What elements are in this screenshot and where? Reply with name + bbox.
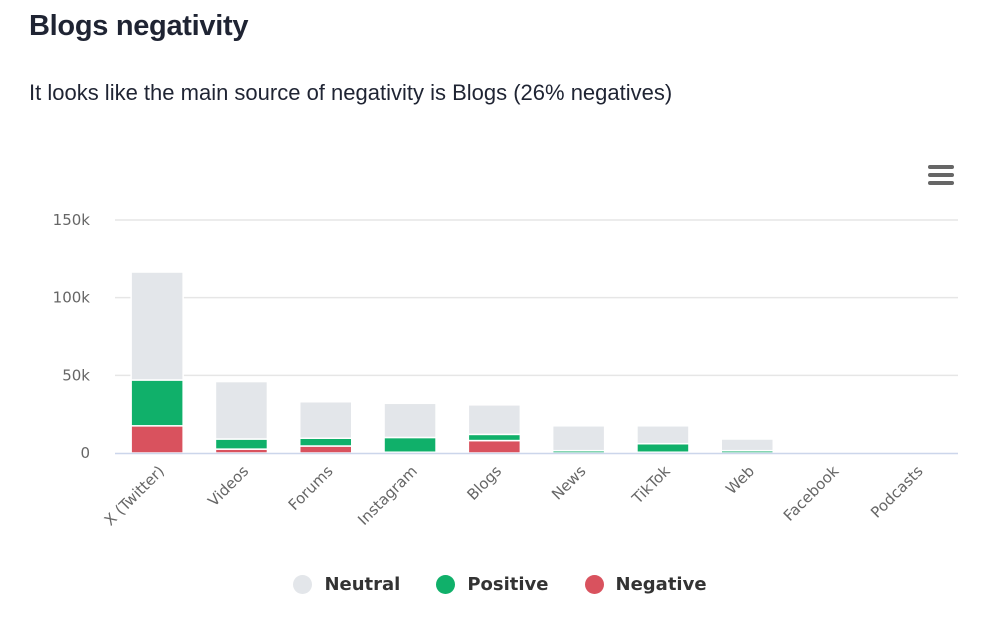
bar-segment-negative[interactable]	[130, 425, 184, 454]
x-tick-label: Web	[722, 462, 758, 498]
legend: Neutral Positive Negative	[0, 574, 1000, 595]
bar-segment-neutral[interactable]	[214, 380, 269, 440]
legend-label: Positive	[467, 574, 549, 595]
legend-marker-neutral	[293, 575, 313, 594]
legend-label: Negative	[615, 574, 707, 595]
legend-item-positive[interactable]: Positive	[436, 574, 549, 595]
bar-segment-neutral[interactable]	[467, 404, 522, 436]
bar-segment-neutral[interactable]	[636, 425, 690, 445]
legend-marker-positive	[436, 575, 456, 594]
bar-segment-positive[interactable]	[130, 379, 184, 427]
stacked-bar-chart: 0 50k 100k 150k X (Twitter) Videos Forums Inst…	[53, 211, 958, 529]
bar-segment-neutral[interactable]	[383, 402, 437, 439]
y-axis: 0 50k 100k 150k	[53, 211, 91, 462]
bar-segment-neutral[interactable]	[130, 271, 184, 381]
x-tick-label: Blogs	[463, 462, 505, 504]
x-tick-label: Facebook	[780, 462, 843, 525]
x-tick-label: Videos	[204, 462, 252, 510]
x-tick-label: Forums	[285, 462, 337, 514]
legend-item-neutral[interactable]: Neutral	[293, 574, 400, 595]
y-tick-label: 50k	[62, 366, 90, 384]
bar-segment-negative[interactable]	[299, 445, 353, 454]
grid-lines	[115, 219, 958, 377]
bar-segment-positive[interactable]	[214, 438, 269, 450]
legend-item-negative[interactable]: Negative	[584, 574, 707, 595]
legend-marker-negative	[584, 575, 604, 594]
x-tick-label: News	[548, 462, 590, 504]
bar-segment-neutral[interactable]	[299, 400, 353, 439]
y-tick-label: 0	[80, 444, 90, 462]
bar-segment-positive[interactable]	[636, 442, 690, 453]
x-tick-label: TikTok	[628, 462, 674, 508]
legend-label: Neutral	[324, 574, 401, 595]
bar-segment-positive[interactable]	[467, 433, 522, 442]
x-tick-label: Instagram	[354, 462, 421, 529]
bar-segment-neutral[interactable]	[720, 438, 774, 452]
bar-segment-positive[interactable]	[383, 436, 437, 453]
bar-segment-negative[interactable]	[467, 439, 522, 454]
y-tick-label: 150k	[53, 211, 91, 229]
x-axis: X (Twitter) Videos Forums Instagram Blogs New…	[101, 452, 958, 529]
bars	[130, 271, 774, 454]
x-tick-label: Podcasts	[867, 462, 927, 522]
x-tick-label: X (Twitter)	[101, 462, 168, 529]
bar-segment-neutral[interactable]	[551, 425, 606, 452]
bar-segment-positive[interactable]	[299, 437, 353, 447]
y-tick-label: 100k	[53, 289, 91, 307]
